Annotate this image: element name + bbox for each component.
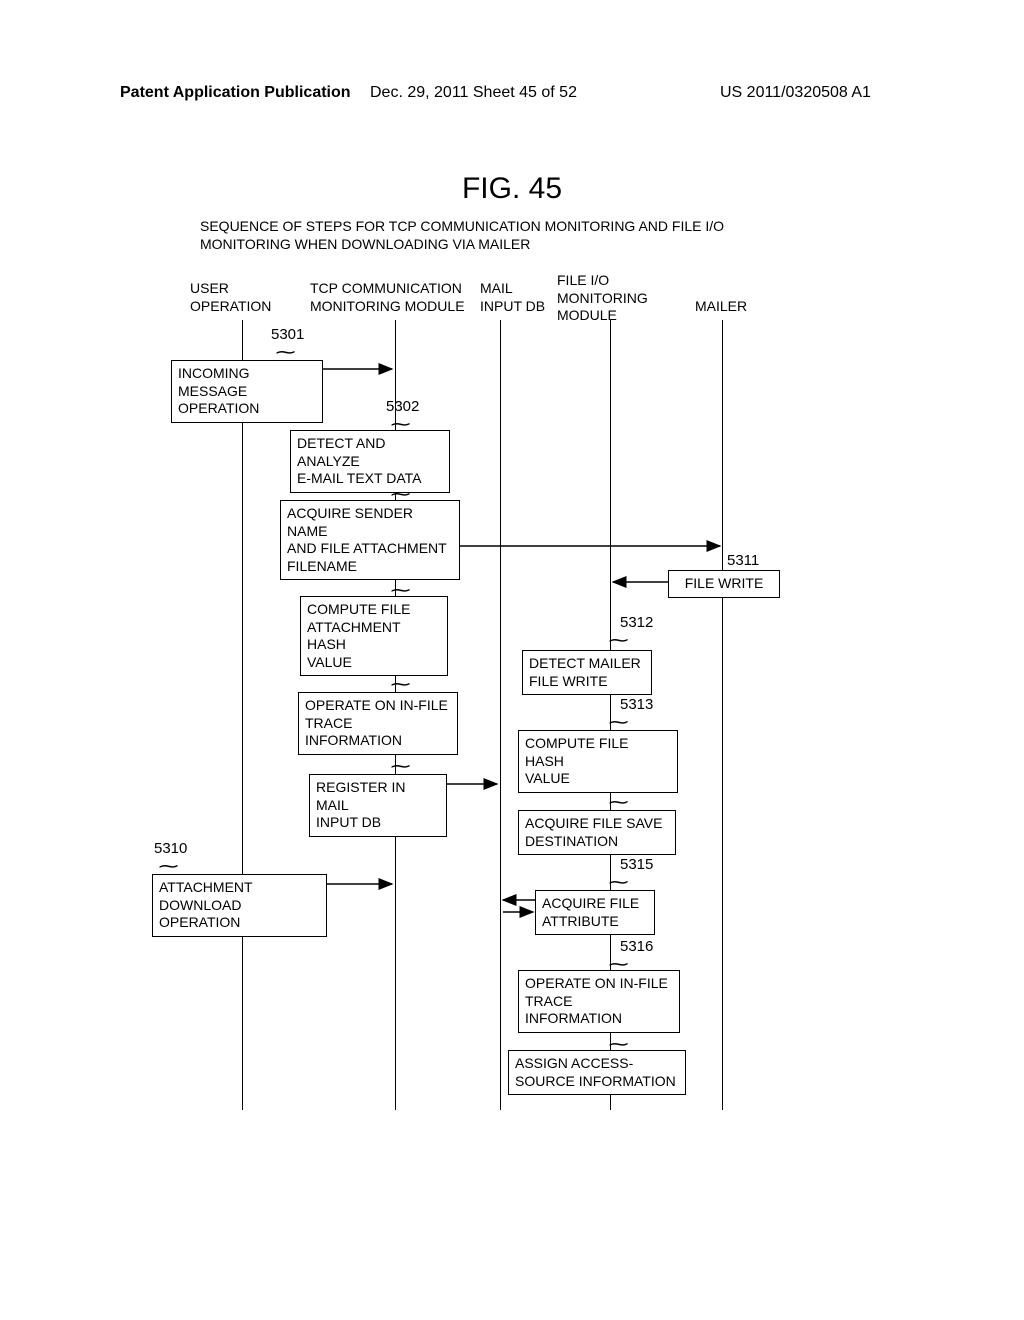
ref-5312: 5312: [620, 614, 653, 631]
diagram-subtitle: SEQUENCE OF STEPS FOR TCP COMMUNICATION …: [200, 217, 724, 253]
pub-type: Patent Application Publication: [120, 84, 351, 102]
step-compute-attachment-hash: COMPUTE FILE ATTACHMENT HASH VALUE: [300, 596, 448, 676]
lane-tcp-monitoring-module: TCP COMMUNICATION MONITORING MODULE: [310, 280, 465, 315]
lane-mail-input-db: MAIL INPUT DB: [480, 280, 545, 315]
step-detect-mailer-write: DETECT MAILER FILE WRITE: [522, 650, 652, 695]
step-incoming-message: INCOMING MESSAGE OPERATION: [171, 360, 323, 423]
ref-5316: 5316: [620, 938, 653, 955]
ref-5301: 5301: [271, 326, 304, 343]
ref-5315: 5315: [620, 856, 653, 873]
tilde-5312: ∼: [606, 630, 630, 651]
step-operate-trace-left: OPERATE ON IN-FILE TRACE INFORMATION: [298, 692, 458, 755]
step-detect-analyze-email: DETECT AND ANALYZE E-MAIL TEXT DATA: [290, 430, 450, 493]
subtitle-line2: MONITORING WHEN DOWNLOADING VIA MAILER: [200, 236, 530, 252]
lifeline-user: [242, 320, 243, 1110]
pub-date-sheet: Dec. 29, 2011 Sheet 45 of 52: [370, 84, 577, 102]
lane-file-io-monitoring-module: FILE I/O MONITORING MODULE: [557, 272, 648, 325]
step-attachment-download: ATTACHMENT DOWNLOAD OPERATION: [152, 874, 327, 937]
lifeline-maildb: [500, 320, 501, 1110]
step-compute-file-hash: COMPUTE FILE HASH VALUE: [518, 730, 678, 793]
pub-number: US 2011/0320508 A1: [720, 84, 871, 102]
step-acquire-save-dest: ACQUIRE FILE SAVE DESTINATION: [518, 810, 676, 855]
subtitle-line1: SEQUENCE OF STEPS FOR TCP COMMUNICATION …: [200, 218, 724, 234]
ref-5302: 5302: [386, 398, 419, 415]
step-register-mail-db: REGISTER IN MAIL INPUT DB: [309, 774, 447, 837]
ref-5310: 5310: [154, 840, 187, 857]
lane-mailer: MAILER: [695, 298, 747, 316]
step-assign-access-source: ASSIGN ACCESS- SOURCE INFORMATION: [508, 1050, 686, 1095]
ref-5311: 5311: [727, 552, 759, 569]
figure-title: FIG. 45: [0, 172, 1024, 206]
step-file-write: FILE WRITE: [668, 570, 780, 598]
lifeline-mailer: [722, 320, 723, 1110]
step-acquire-sender-filename: ACQUIRE SENDER NAME AND FILE ATTACHMENT …: [280, 500, 460, 580]
step-acquire-file-attr: ACQUIRE FILE ATTRIBUTE: [535, 890, 655, 935]
page: Patent Application Publication Dec. 29, …: [0, 0, 1024, 1320]
lane-user-operation: USER OPERATION: [190, 280, 271, 315]
ref-5313: 5313: [620, 696, 653, 713]
step-operate-trace-right: OPERATE ON IN-FILE TRACE INFORMATION: [518, 970, 680, 1033]
